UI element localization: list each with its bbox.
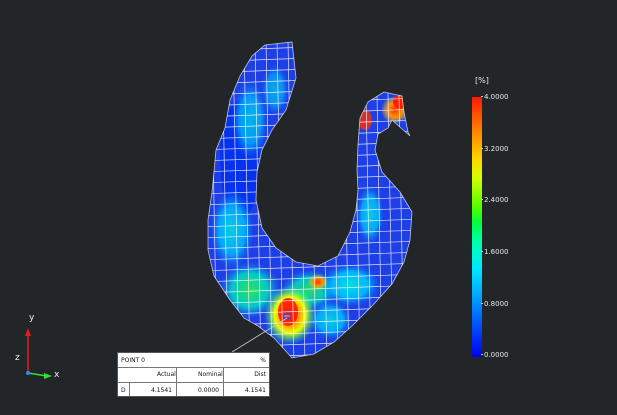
row-label: D (121, 387, 126, 394)
color-scale-bar[interactable] (472, 97, 482, 357)
point-annotation-table[interactable]: POINT 0 % Actual Nominal Dist D 4.1541 0… (117, 352, 270, 397)
scale-tick-label: 2.4000 (481, 196, 509, 204)
table-divider (118, 367, 269, 368)
table-divider (176, 367, 177, 396)
value-dist: 4.1541 (245, 387, 266, 394)
header-dist: Dist (254, 371, 266, 378)
z-axis-dot (26, 371, 30, 375)
header-nominal: Nominal (198, 371, 223, 378)
value-nominal: 0.0000 (198, 387, 219, 394)
table-divider (118, 382, 269, 383)
y-axis-label: y (29, 313, 35, 323)
scale-tick-label: 0.0000 (481, 351, 509, 359)
point-title: POINT 0 (121, 357, 145, 364)
x-axis-label: x (54, 370, 60, 380)
scale-tick-label: 1.6000 (481, 248, 509, 256)
x-axis-arrow (44, 373, 52, 379)
scale-tick-label: 4.0000 (481, 93, 509, 101)
scale-tick-label: 0.8000 (481, 300, 509, 308)
axis-triad (25, 328, 52, 379)
point-unit: % (260, 357, 266, 364)
3d-viewport[interactable]: y z x [%] 4.0000 3.2000 2.4000 1.6000 0.… (0, 0, 617, 415)
color-scale-unit: [%] (475, 76, 489, 85)
header-actual: Actual (157, 371, 176, 378)
table-divider (223, 367, 224, 396)
y-axis-arrow (25, 328, 31, 336)
z-axis-label: z (15, 353, 20, 363)
scale-tick-label: 3.2000 (481, 145, 509, 153)
table-divider (129, 382, 130, 396)
value-actual: 4.1541 (151, 387, 172, 394)
